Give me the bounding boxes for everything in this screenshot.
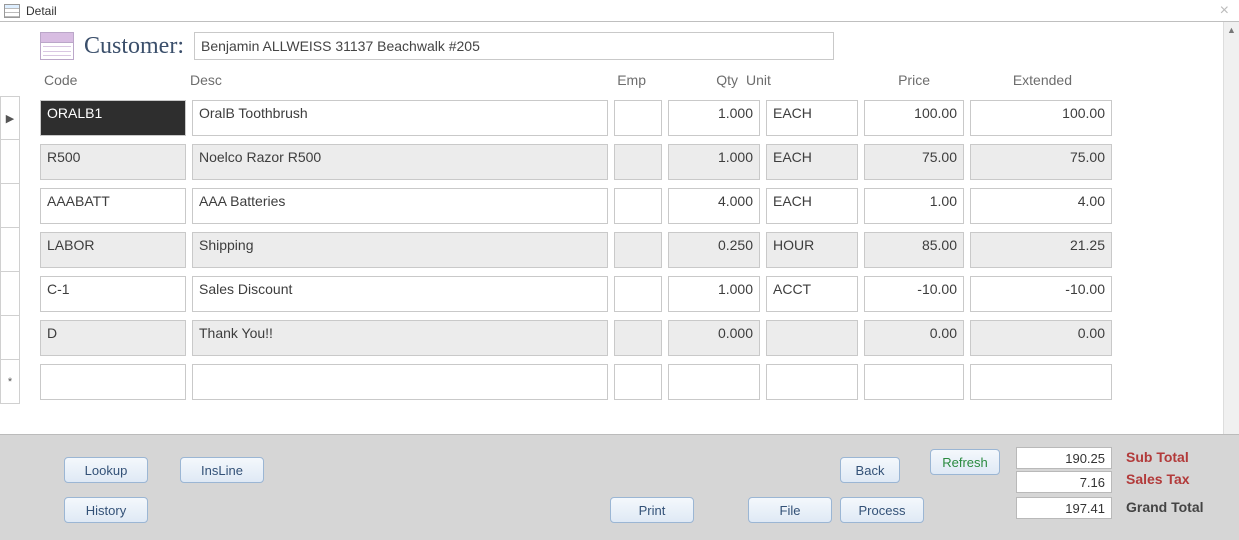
cell[interactable] <box>614 188 662 224</box>
cell[interactable]: -10.00 <box>970 276 1112 312</box>
line-items-grid: ▶ORALB1OralB Toothbrush1.000EACH100.0010… <box>0 96 1239 404</box>
cell[interactable]: C-1 <box>40 276 186 312</box>
col-price: Price <box>834 72 934 88</box>
process-button[interactable]: Process <box>840 497 924 523</box>
history-button[interactable]: History <box>64 497 148 523</box>
print-button[interactable]: Print <box>610 497 694 523</box>
cell[interactable]: 1.000 <box>668 276 760 312</box>
cell[interactable]: AAABATT <box>40 188 186 224</box>
col-unit: Unit <box>742 72 834 88</box>
form-footer: Lookup InsLine History Print File Back R… <box>0 434 1239 540</box>
cell[interactable]: 1.000 <box>668 100 760 136</box>
row-selector[interactable] <box>0 184 20 228</box>
cell[interactable]: 0.00 <box>864 320 964 356</box>
cell[interactable]: HOUR <box>766 232 858 268</box>
scroll-up-icon[interactable]: ▲ <box>1224 22 1239 38</box>
customer-label: Customer: <box>84 33 184 60</box>
cell[interactable]: 75.00 <box>970 144 1112 180</box>
cell[interactable] <box>614 100 662 136</box>
cell[interactable]: 21.25 <box>970 232 1112 268</box>
cell[interactable]: 0.00 <box>970 320 1112 356</box>
col-ext: Extended <box>934 72 1076 88</box>
cell[interactable]: Shipping <box>192 232 608 268</box>
cell[interactable] <box>668 364 760 400</box>
salestax-label: Sales Tax <box>1126 471 1190 487</box>
table-row[interactable]: LABORShipping 0.250HOUR85.0021.25 <box>0 228 1239 272</box>
col-emp: Emp <box>602 72 650 88</box>
grandtotal-value[interactable] <box>1016 497 1112 519</box>
cell[interactable]: 0.250 <box>668 232 760 268</box>
window-titlebar: Detail × <box>0 0 1239 22</box>
cell[interactable]: 1.00 <box>864 188 964 224</box>
back-button[interactable]: Back <box>840 457 900 483</box>
cell[interactable]: 100.00 <box>864 100 964 136</box>
cell[interactable] <box>970 364 1112 400</box>
cell[interactable]: AAA Batteries <box>192 188 608 224</box>
cell[interactable] <box>614 232 662 268</box>
cell[interactable]: 4.00 <box>970 188 1112 224</box>
subtotal-value[interactable] <box>1016 447 1112 469</box>
cell[interactable]: 0.000 <box>668 320 760 356</box>
cell[interactable]: EACH <box>766 188 858 224</box>
cell[interactable] <box>40 364 186 400</box>
cell[interactable] <box>864 364 964 400</box>
table-row[interactable]: AAABATTAAA Batteries 4.000EACH1.004.00 <box>0 184 1239 228</box>
cell[interactable]: R500 <box>40 144 186 180</box>
cell[interactable]: ORALB1 <box>40 100 186 136</box>
refresh-button[interactable]: Refresh <box>930 449 1000 475</box>
col-desc: Desc <box>186 72 602 88</box>
cell[interactable]: Noelco Razor R500 <box>192 144 608 180</box>
cell[interactable] <box>614 276 662 312</box>
cell[interactable]: OralB Toothbrush <box>192 100 608 136</box>
table-row[interactable]: C-1Sales Discount1.000ACCT-10.00-10.00 <box>0 272 1239 316</box>
cell[interactable] <box>766 364 858 400</box>
customer-form-icon <box>40 32 74 60</box>
cell[interactable] <box>614 364 662 400</box>
subtotal-label: Sub Total <box>1126 449 1189 465</box>
table-row[interactable]: ▶ORALB1OralB Toothbrush1.000EACH100.0010… <box>0 96 1239 140</box>
cell[interactable] <box>614 144 662 180</box>
cell[interactable]: -10.00 <box>864 276 964 312</box>
cell[interactable]: 4.000 <box>668 188 760 224</box>
row-selector[interactable] <box>0 228 20 272</box>
cell[interactable]: 75.00 <box>864 144 964 180</box>
vertical-scrollbar[interactable]: ▲ <box>1223 22 1239 434</box>
table-row[interactable]: * <box>0 360 1239 404</box>
file-button[interactable]: File <box>748 497 832 523</box>
close-icon[interactable]: × <box>1214 4 1235 18</box>
cell[interactable]: EACH <box>766 144 858 180</box>
table-row[interactable]: R500Noelco Razor R5001.000EACH75.0075.00 <box>0 140 1239 184</box>
cell[interactable]: Thank You!! <box>192 320 608 356</box>
insline-button[interactable]: InsLine <box>180 457 264 483</box>
cell[interactable]: ACCT <box>766 276 858 312</box>
row-selector[interactable]: ▶ <box>0 96 20 140</box>
col-qty: Qty <box>650 72 742 88</box>
cell[interactable] <box>614 320 662 356</box>
cell[interactable] <box>766 320 858 356</box>
row-selector[interactable] <box>0 272 20 316</box>
window-title: Detail <box>26 4 57 18</box>
lookup-button[interactable]: Lookup <box>64 457 148 483</box>
row-selector[interactable]: * <box>0 360 20 404</box>
col-code: Code <box>40 72 186 88</box>
column-headers: Code Desc Emp Qty Unit Price Extended <box>0 68 1239 96</box>
cell[interactable]: D <box>40 320 186 356</box>
cell[interactable]: 85.00 <box>864 232 964 268</box>
table-row[interactable]: DThank You!! 0.000 0.000.00 <box>0 316 1239 360</box>
form-icon <box>4 4 20 18</box>
cell[interactable] <box>192 364 608 400</box>
cell[interactable]: 100.00 <box>970 100 1112 136</box>
cell[interactable]: 1.000 <box>668 144 760 180</box>
row-selector[interactable] <box>0 316 20 360</box>
row-selector[interactable] <box>0 140 20 184</box>
cell[interactable]: EACH <box>766 100 858 136</box>
grandtotal-label: Grand Total <box>1126 499 1204 515</box>
salestax-value[interactable] <box>1016 471 1112 493</box>
customer-input[interactable] <box>194 32 834 60</box>
cell[interactable]: Sales Discount <box>192 276 608 312</box>
cell[interactable]: LABOR <box>40 232 186 268</box>
